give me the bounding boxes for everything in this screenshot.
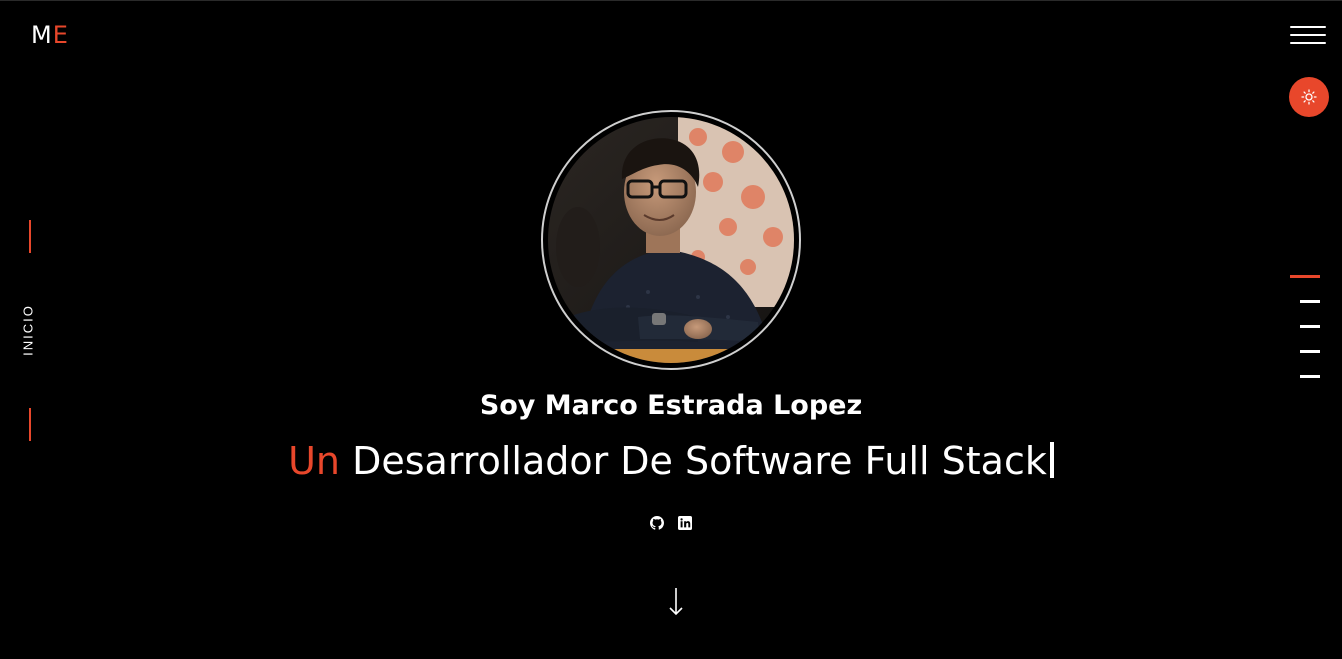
section-nav-item[interactable] (1300, 300, 1320, 303)
section-nav-item[interactable] (1300, 375, 1320, 378)
page: ME INICIO Soy Marco Estrada Lopez Un Des… (0, 0, 1342, 659)
github-icon[interactable] (650, 515, 664, 530)
typing-cursor (1049, 442, 1054, 478)
current-section-label: INICIO (20, 304, 36, 356)
theme-toggle-button[interactable] (1289, 77, 1329, 117)
section-nav-item[interactable] (1290, 275, 1320, 278)
linkedin-icon[interactable] (678, 515, 692, 530)
intro-name: Soy Marco Estrada Lopez (479, 390, 863, 421)
role-text: Desarrollador De Software Full Stack (352, 439, 1047, 483)
arrow-down-icon[interactable] (664, 586, 688, 618)
section-nav-item[interactable] (1300, 325, 1320, 328)
side-indicator-line-top (29, 220, 31, 253)
section-nav-item[interactable] (1300, 350, 1320, 353)
social-links (0, 515, 1342, 530)
role-prefix: Un (288, 439, 341, 483)
hamburger-menu-icon[interactable] (1290, 25, 1326, 45)
profile-photo-frame (541, 110, 801, 370)
logo[interactable]: ME (31, 21, 69, 49)
intro-role: Un Desarrollador De Software Full Stack (0, 439, 1342, 483)
sun-icon (1301, 89, 1317, 105)
profile-photo (548, 117, 794, 363)
